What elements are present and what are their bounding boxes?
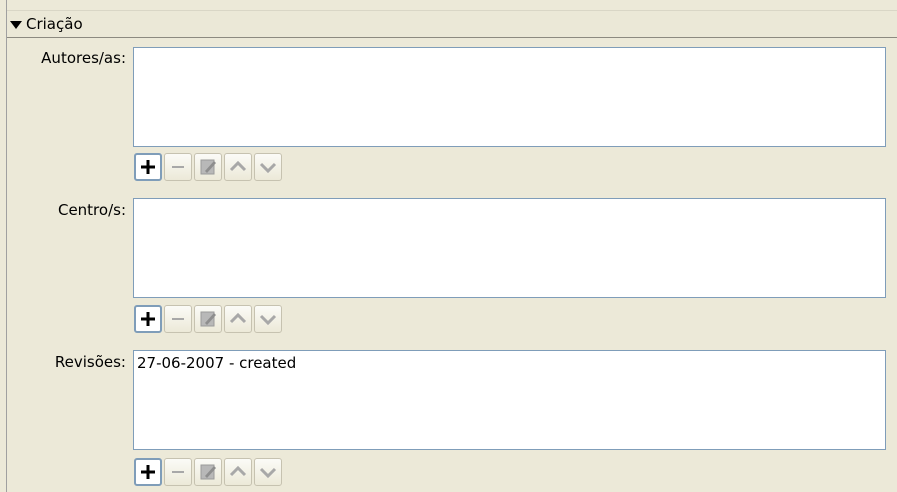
authors-label: Autores/as: [41, 49, 126, 67]
revisions-remove-button[interactable] [164, 458, 192, 486]
centers-label: Centro/s: [57, 201, 126, 219]
authors-add-button[interactable] [134, 153, 162, 181]
revisions-toolbar [134, 458, 282, 486]
chevron-down-icon [259, 314, 277, 326]
centers-toolbar [134, 305, 282, 333]
edit-icon [200, 464, 216, 480]
centers-edit-button[interactable] [194, 305, 222, 333]
edit-icon [200, 311, 216, 327]
chevron-down-icon [259, 162, 277, 174]
triangle-down-icon[interactable] [10, 20, 22, 29]
revisions-label: Revisões: [54, 353, 126, 371]
centers-add-button[interactable] [134, 305, 162, 333]
plus-icon [141, 312, 155, 326]
centers-remove-button[interactable] [164, 305, 192, 333]
revisions-move-down-button[interactable] [254, 458, 282, 486]
section-header-criacao[interactable]: Criação [7, 10, 897, 38]
minus-icon [172, 318, 184, 320]
edit-icon [200, 159, 216, 175]
section-title: Criação [26, 14, 83, 33]
authors-edit-button[interactable] [194, 153, 222, 181]
revisions-edit-button[interactable] [194, 458, 222, 486]
minus-icon [172, 471, 184, 473]
plus-icon [141, 465, 155, 479]
revisions-move-up-button[interactable] [224, 458, 252, 486]
centers-move-down-button[interactable] [254, 305, 282, 333]
revisions-add-button[interactable] [134, 458, 162, 486]
authors-move-up-button[interactable] [224, 153, 252, 181]
plus-icon [141, 160, 155, 174]
list-item[interactable]: 27-06-2007 - created [137, 353, 882, 373]
centers-move-up-button[interactable] [224, 305, 252, 333]
chevron-up-icon [229, 465, 247, 477]
authors-move-down-button[interactable] [254, 153, 282, 181]
chevron-up-icon [229, 312, 247, 324]
authors-remove-button[interactable] [164, 153, 192, 181]
minus-icon [172, 166, 184, 168]
authors-list[interactable] [133, 47, 886, 147]
revisions-list[interactable]: 27-06-2007 - created [133, 350, 886, 450]
properties-panel: Criação Autores/as: Centro/s: Revisões: … [6, 0, 897, 492]
centers-list[interactable] [133, 198, 886, 298]
chevron-down-icon [259, 467, 277, 479]
chevron-up-icon [229, 160, 247, 172]
authors-toolbar [134, 153, 282, 181]
